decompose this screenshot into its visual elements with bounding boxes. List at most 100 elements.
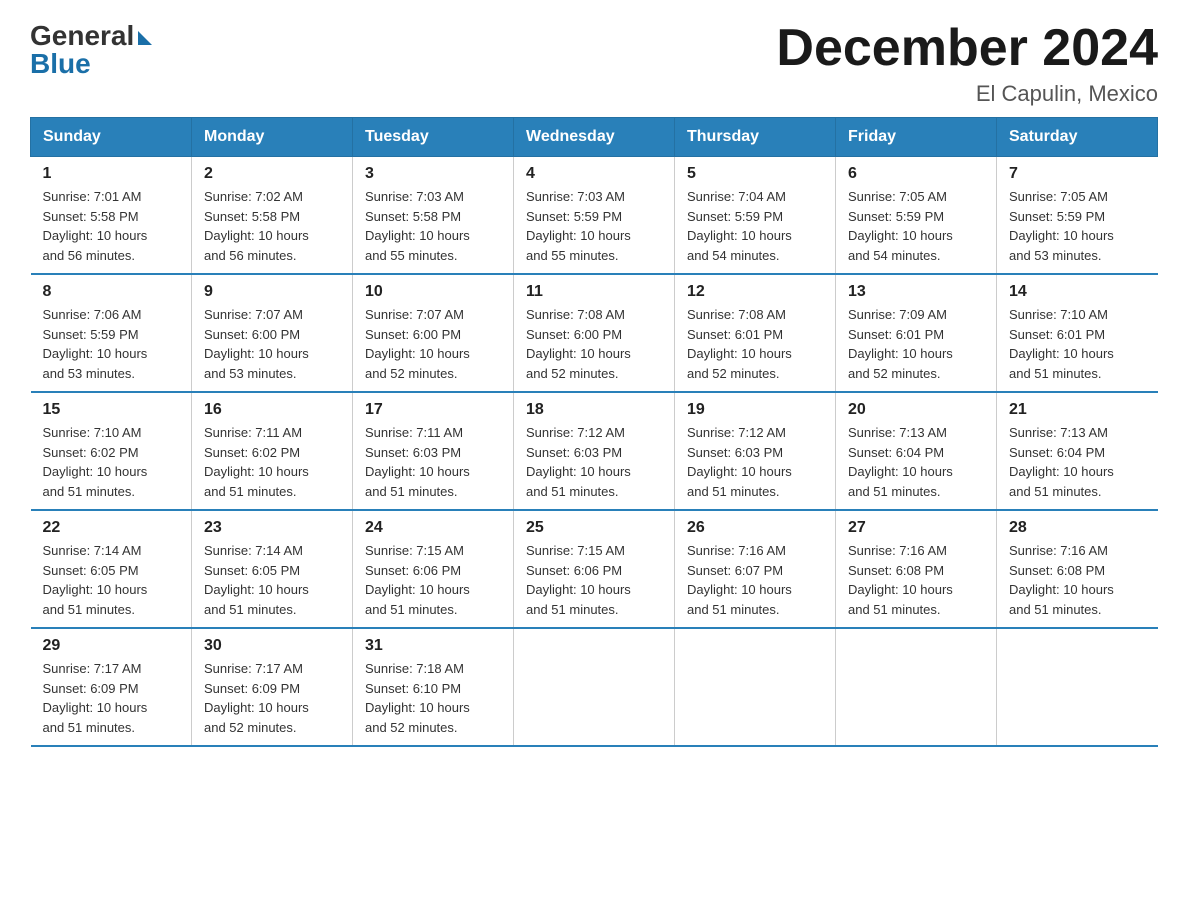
day-info: Sunrise: 7:17 AM Sunset: 6:09 PM Dayligh… — [43, 659, 180, 737]
calendar-cell: 18 Sunrise: 7:12 AM Sunset: 6:03 PM Dayl… — [514, 392, 675, 510]
day-info: Sunrise: 7:13 AM Sunset: 6:04 PM Dayligh… — [848, 423, 984, 501]
week-row-5: 29 Sunrise: 7:17 AM Sunset: 6:09 PM Dayl… — [31, 628, 1158, 746]
day-info: Sunrise: 7:08 AM Sunset: 6:00 PM Dayligh… — [526, 305, 662, 383]
day-number: 4 — [526, 165, 662, 183]
calendar-cell: 26 Sunrise: 7:16 AM Sunset: 6:07 PM Dayl… — [675, 510, 836, 628]
day-number: 5 — [687, 165, 823, 183]
day-number: 2 — [204, 165, 340, 183]
day-info: Sunrise: 7:14 AM Sunset: 6:05 PM Dayligh… — [204, 541, 340, 619]
calendar-cell: 10 Sunrise: 7:07 AM Sunset: 6:00 PM Dayl… — [353, 274, 514, 392]
day-number: 17 — [365, 401, 501, 419]
day-number: 10 — [365, 283, 501, 301]
day-info: Sunrise: 7:16 AM Sunset: 6:08 PM Dayligh… — [1009, 541, 1146, 619]
day-number: 31 — [365, 637, 501, 655]
calendar-cell: 22 Sunrise: 7:14 AM Sunset: 6:05 PM Dayl… — [31, 510, 192, 628]
day-number: 20 — [848, 401, 984, 419]
calendar-cell: 20 Sunrise: 7:13 AM Sunset: 6:04 PM Dayl… — [836, 392, 997, 510]
calendar-cell: 15 Sunrise: 7:10 AM Sunset: 6:02 PM Dayl… — [31, 392, 192, 510]
day-info: Sunrise: 7:18 AM Sunset: 6:10 PM Dayligh… — [365, 659, 501, 737]
day-info: Sunrise: 7:12 AM Sunset: 6:03 PM Dayligh… — [526, 423, 662, 501]
month-year-title: December 2024 — [776, 20, 1158, 77]
day-info: Sunrise: 7:17 AM Sunset: 6:09 PM Dayligh… — [204, 659, 340, 737]
calendar-cell: 2 Sunrise: 7:02 AM Sunset: 5:58 PM Dayli… — [192, 157, 353, 275]
calendar-body: 1 Sunrise: 7:01 AM Sunset: 5:58 PM Dayli… — [31, 157, 1158, 747]
header-monday: Monday — [192, 118, 353, 157]
header-thursday: Thursday — [675, 118, 836, 157]
location-subtitle: El Capulin, Mexico — [776, 81, 1158, 107]
day-info: Sunrise: 7:14 AM Sunset: 6:05 PM Dayligh… — [43, 541, 180, 619]
day-info: Sunrise: 7:12 AM Sunset: 6:03 PM Dayligh… — [687, 423, 823, 501]
day-number: 14 — [1009, 283, 1146, 301]
calendar-cell: 5 Sunrise: 7:04 AM Sunset: 5:59 PM Dayli… — [675, 157, 836, 275]
day-info: Sunrise: 7:03 AM Sunset: 5:58 PM Dayligh… — [365, 187, 501, 265]
day-number: 23 — [204, 519, 340, 537]
logo-blue-text: Blue — [30, 48, 91, 80]
week-row-3: 15 Sunrise: 7:10 AM Sunset: 6:02 PM Dayl… — [31, 392, 1158, 510]
calendar-cell: 25 Sunrise: 7:15 AM Sunset: 6:06 PM Dayl… — [514, 510, 675, 628]
week-row-1: 1 Sunrise: 7:01 AM Sunset: 5:58 PM Dayli… — [31, 157, 1158, 275]
calendar-cell — [997, 628, 1158, 746]
day-number: 8 — [43, 283, 180, 301]
day-info: Sunrise: 7:15 AM Sunset: 6:06 PM Dayligh… — [365, 541, 501, 619]
calendar-cell: 28 Sunrise: 7:16 AM Sunset: 6:08 PM Dayl… — [997, 510, 1158, 628]
header-tuesday: Tuesday — [353, 118, 514, 157]
calendar-cell: 31 Sunrise: 7:18 AM Sunset: 6:10 PM Dayl… — [353, 628, 514, 746]
calendar-header: SundayMondayTuesdayWednesdayThursdayFrid… — [31, 118, 1158, 157]
header-saturday: Saturday — [997, 118, 1158, 157]
calendar-cell: 29 Sunrise: 7:17 AM Sunset: 6:09 PM Dayl… — [31, 628, 192, 746]
day-info: Sunrise: 7:06 AM Sunset: 5:59 PM Dayligh… — [43, 305, 180, 383]
logo: General Blue — [30, 20, 152, 80]
calendar-cell: 3 Sunrise: 7:03 AM Sunset: 5:58 PM Dayli… — [353, 157, 514, 275]
calendar-cell: 11 Sunrise: 7:08 AM Sunset: 6:00 PM Dayl… — [514, 274, 675, 392]
header-sunday: Sunday — [31, 118, 192, 157]
day-info: Sunrise: 7:07 AM Sunset: 6:00 PM Dayligh… — [365, 305, 501, 383]
day-info: Sunrise: 7:05 AM Sunset: 5:59 PM Dayligh… — [848, 187, 984, 265]
day-number: 30 — [204, 637, 340, 655]
calendar-cell: 27 Sunrise: 7:16 AM Sunset: 6:08 PM Dayl… — [836, 510, 997, 628]
header-friday: Friday — [836, 118, 997, 157]
day-number: 9 — [204, 283, 340, 301]
calendar-cell: 6 Sunrise: 7:05 AM Sunset: 5:59 PM Dayli… — [836, 157, 997, 275]
day-number: 24 — [365, 519, 501, 537]
calendar-cell: 8 Sunrise: 7:06 AM Sunset: 5:59 PM Dayli… — [31, 274, 192, 392]
day-info: Sunrise: 7:02 AM Sunset: 5:58 PM Dayligh… — [204, 187, 340, 265]
day-number: 19 — [687, 401, 823, 419]
day-info: Sunrise: 7:01 AM Sunset: 5:58 PM Dayligh… — [43, 187, 180, 265]
day-number: 11 — [526, 283, 662, 301]
page-header: General Blue December 2024 El Capulin, M… — [30, 20, 1158, 107]
day-number: 1 — [43, 165, 180, 183]
calendar-cell: 14 Sunrise: 7:10 AM Sunset: 6:01 PM Dayl… — [997, 274, 1158, 392]
calendar-cell: 1 Sunrise: 7:01 AM Sunset: 5:58 PM Dayli… — [31, 157, 192, 275]
day-number: 28 — [1009, 519, 1146, 537]
calendar-cell — [836, 628, 997, 746]
day-number: 27 — [848, 519, 984, 537]
calendar-cell: 4 Sunrise: 7:03 AM Sunset: 5:59 PM Dayli… — [514, 157, 675, 275]
day-number: 7 — [1009, 165, 1146, 183]
calendar-cell — [514, 628, 675, 746]
header-wednesday: Wednesday — [514, 118, 675, 157]
calendar-cell: 19 Sunrise: 7:12 AM Sunset: 6:03 PM Dayl… — [675, 392, 836, 510]
title-block: December 2024 El Capulin, Mexico — [776, 20, 1158, 107]
day-info: Sunrise: 7:10 AM Sunset: 6:01 PM Dayligh… — [1009, 305, 1146, 383]
day-info: Sunrise: 7:03 AM Sunset: 5:59 PM Dayligh… — [526, 187, 662, 265]
day-info: Sunrise: 7:16 AM Sunset: 6:08 PM Dayligh… — [848, 541, 984, 619]
day-info: Sunrise: 7:11 AM Sunset: 6:02 PM Dayligh… — [204, 423, 340, 501]
day-info: Sunrise: 7:04 AM Sunset: 5:59 PM Dayligh… — [687, 187, 823, 265]
calendar-table: SundayMondayTuesdayWednesdayThursdayFrid… — [30, 117, 1158, 747]
day-info: Sunrise: 7:09 AM Sunset: 6:01 PM Dayligh… — [848, 305, 984, 383]
day-info: Sunrise: 7:15 AM Sunset: 6:06 PM Dayligh… — [526, 541, 662, 619]
day-number: 21 — [1009, 401, 1146, 419]
day-number: 26 — [687, 519, 823, 537]
day-number: 25 — [526, 519, 662, 537]
day-number: 18 — [526, 401, 662, 419]
day-info: Sunrise: 7:16 AM Sunset: 6:07 PM Dayligh… — [687, 541, 823, 619]
day-info: Sunrise: 7:11 AM Sunset: 6:03 PM Dayligh… — [365, 423, 501, 501]
day-number: 29 — [43, 637, 180, 655]
calendar-cell: 21 Sunrise: 7:13 AM Sunset: 6:04 PM Dayl… — [997, 392, 1158, 510]
week-row-4: 22 Sunrise: 7:14 AM Sunset: 6:05 PM Dayl… — [31, 510, 1158, 628]
calendar-cell: 17 Sunrise: 7:11 AM Sunset: 6:03 PM Dayl… — [353, 392, 514, 510]
calendar-cell: 23 Sunrise: 7:14 AM Sunset: 6:05 PM Dayl… — [192, 510, 353, 628]
calendar-cell: 12 Sunrise: 7:08 AM Sunset: 6:01 PM Dayl… — [675, 274, 836, 392]
week-row-2: 8 Sunrise: 7:06 AM Sunset: 5:59 PM Dayli… — [31, 274, 1158, 392]
day-info: Sunrise: 7:08 AM Sunset: 6:01 PM Dayligh… — [687, 305, 823, 383]
